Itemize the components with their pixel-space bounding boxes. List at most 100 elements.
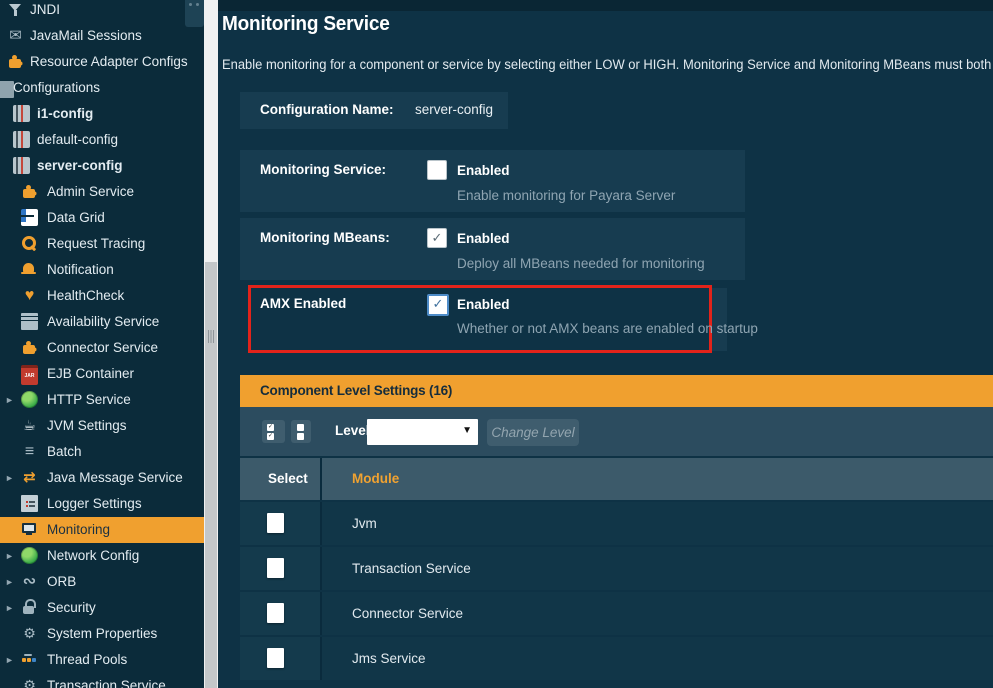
- sidebar-item-security[interactable]: ► Security: [0, 595, 204, 621]
- expand-arrow-icon[interactable]: ►: [3, 595, 16, 621]
- sidebar-item-batch[interactable]: ≡ Batch: [0, 439, 204, 465]
- sidebar-scroll-button[interactable]: [185, 0, 204, 27]
- sidebar-item-ejb-container[interactable]: JAR EJB Container: [0, 361, 204, 387]
- sidebar-item-jndi[interactable]: JNDI: [0, 0, 204, 23]
- table-row-transaction-service[interactable]: Transaction Service: [240, 547, 993, 590]
- table-row-jms-service[interactable]: Jms Service: [240, 637, 993, 680]
- sidebar-item-orb[interactable]: ► ∾ ORB: [0, 569, 204, 595]
- row-select-checkbox[interactable]: [267, 513, 284, 533]
- module-name: Transaction Service: [352, 561, 471, 576]
- sidebar-item-notification[interactable]: Notification: [0, 257, 204, 283]
- component-level-settings-header: Component Level Settings (16): [240, 375, 993, 407]
- puzzle-icon: [21, 183, 38, 200]
- table-toolbar: ✓✓ Level: ▼ Change Level: [240, 407, 993, 456]
- sidebar-item-label: Request Tracing: [47, 231, 145, 257]
- enabled-checkbox[interactable]: ✓: [427, 294, 449, 316]
- wrench-icon: ⚙: [21, 625, 38, 642]
- sidebar-item-transaction-service[interactable]: ⚙ Transaction Service: [0, 673, 204, 688]
- sidebar-item-javamail-sessions[interactable]: ✉ JavaMail Sessions: [0, 23, 204, 49]
- sidebar-item-label: JavaMail Sessions: [30, 23, 142, 49]
- enabled-checkbox[interactable]: ✓: [427, 160, 447, 180]
- sidebar-item-resource-adapter-configs[interactable]: Resource Adapter Configs: [0, 49, 204, 75]
- row-select-checkbox[interactable]: [267, 603, 284, 623]
- help-text: Deploy all MBeans needed for monitoring: [457, 256, 705, 271]
- checkmark-icon: ✓: [433, 296, 444, 311]
- sidebar-item-label: Thread Pools: [47, 647, 127, 673]
- sidebar-item-label: HealthCheck: [47, 283, 124, 309]
- sidebar-item-admin-service[interactable]: Admin Service: [0, 179, 204, 205]
- lock-icon: [21, 599, 38, 616]
- checklist-icon: [21, 495, 38, 512]
- sidebar-item-configurations[interactable]: Configurations: [0, 75, 204, 101]
- expand-arrow-icon[interactable]: ►: [3, 387, 16, 413]
- page-description: Enable monitoring for a component or ser…: [222, 57, 991, 72]
- sidebar-item-request-tracing[interactable]: Request Tracing: [0, 231, 204, 257]
- module-name: Jms Service: [352, 651, 426, 666]
- module-name: Connector Service: [352, 606, 463, 621]
- level-select[interactable]: ▼: [367, 419, 478, 445]
- sidebar-item-label: Notification: [47, 257, 114, 283]
- sidebar-item-label: Batch: [47, 439, 82, 465]
- deselect-all-icon[interactable]: [291, 420, 311, 443]
- column-header-module: Module: [352, 471, 399, 486]
- expand-arrow-icon[interactable]: ►: [3, 647, 16, 673]
- checkbox-label: Enabled: [457, 297, 510, 312]
- configuration-name-value: server-config: [415, 102, 493, 117]
- sidebar-scrollbar-track[interactable]: [204, 0, 218, 688]
- filter-icon: [7, 1, 24, 18]
- sidebar-item-server-config[interactable]: server-config: [0, 153, 204, 179]
- sidebar-item-logger-settings[interactable]: Logger Settings: [0, 491, 204, 517]
- arrows-icon: ⇄: [21, 469, 38, 486]
- expand-arrow-icon[interactable]: ►: [3, 465, 16, 491]
- coffee-icon: ☕: [21, 417, 38, 434]
- sidebar-item-label: Data Grid: [47, 205, 105, 231]
- expand-arrow-icon[interactable]: ►: [3, 569, 16, 595]
- sidebar-item-i1-config[interactable]: i1-config: [0, 101, 204, 127]
- heart-icon: ♥: [21, 287, 38, 304]
- select-all-icon[interactable]: ✓✓: [262, 420, 285, 443]
- column-divider: [320, 547, 322, 590]
- sidebar-item-label: JNDI: [30, 0, 60, 23]
- sidebar-item-availability-service[interactable]: Availability Service: [0, 309, 204, 335]
- bell-icon: [21, 261, 38, 278]
- sliders-icon: [13, 131, 30, 148]
- sidebar-item-default-config[interactable]: default-config: [0, 127, 204, 153]
- panel-edge-strip: [712, 288, 727, 351]
- table-row-connector-service[interactable]: Connector Service: [240, 592, 993, 635]
- enabled-checkbox[interactable]: ✓: [427, 228, 447, 248]
- page-title: Monitoring Service: [222, 13, 390, 36]
- sidebar-item-system-properties[interactable]: ⚙ System Properties: [0, 621, 204, 647]
- sidebar-item-data-grid[interactable]: Data Grid: [0, 205, 204, 231]
- column-divider: [320, 502, 322, 545]
- sidebar-item-label: System Properties: [47, 621, 157, 647]
- sidebar-item-network-config[interactable]: ► Network Config: [0, 543, 204, 569]
- monitor-icon: [21, 521, 38, 538]
- checkbox-label: Enabled: [457, 231, 510, 246]
- sidebar-item-healthcheck[interactable]: ♥ HealthCheck: [0, 283, 204, 309]
- change-level-button[interactable]: Change Level: [487, 419, 579, 446]
- table-header: Select Module: [240, 458, 993, 500]
- sidebar-item-java-message-service[interactable]: ► ⇄ Java Message Service: [0, 465, 204, 491]
- sidebar-item-connector-service[interactable]: Connector Service: [0, 335, 204, 361]
- sidebar-item-label: Admin Service: [47, 179, 134, 205]
- sidebar: JNDI ✉ JavaMail Sessions Resource Adapte…: [0, 0, 204, 688]
- sidebar-item-monitoring[interactable]: Monitoring: [0, 517, 204, 543]
- row-select-checkbox[interactable]: [267, 558, 284, 578]
- table-row-jvm[interactable]: Jvm: [240, 502, 993, 545]
- expand-arrow-icon[interactable]: ►: [3, 543, 16, 569]
- sidebar-item-thread-pools[interactable]: ► Thread Pools: [0, 647, 204, 673]
- column-divider: [320, 637, 322, 680]
- sidebar-item-label: EJB Container: [47, 361, 134, 387]
- sidebar-scrollbar-thumb[interactable]: [205, 262, 217, 688]
- help-text: Enable monitoring for Payara Server: [457, 188, 675, 203]
- top-header-strip: [218, 0, 993, 11]
- configuration-name-panel: Configuration Name: server-config: [240, 92, 508, 129]
- sidebar-item-http-service[interactable]: ► HTTP Service: [0, 387, 204, 413]
- configuration-name-label: Configuration Name:: [260, 102, 394, 117]
- sidebar-item-jvm-settings[interactable]: ☕ JVM Settings: [0, 413, 204, 439]
- row-select-checkbox[interactable]: [267, 648, 284, 668]
- globe-icon: [21, 391, 38, 408]
- jar-icon: JAR: [21, 365, 38, 385]
- clip-icon: [0, 81, 14, 98]
- sidebar-item-label: server-config: [37, 153, 123, 179]
